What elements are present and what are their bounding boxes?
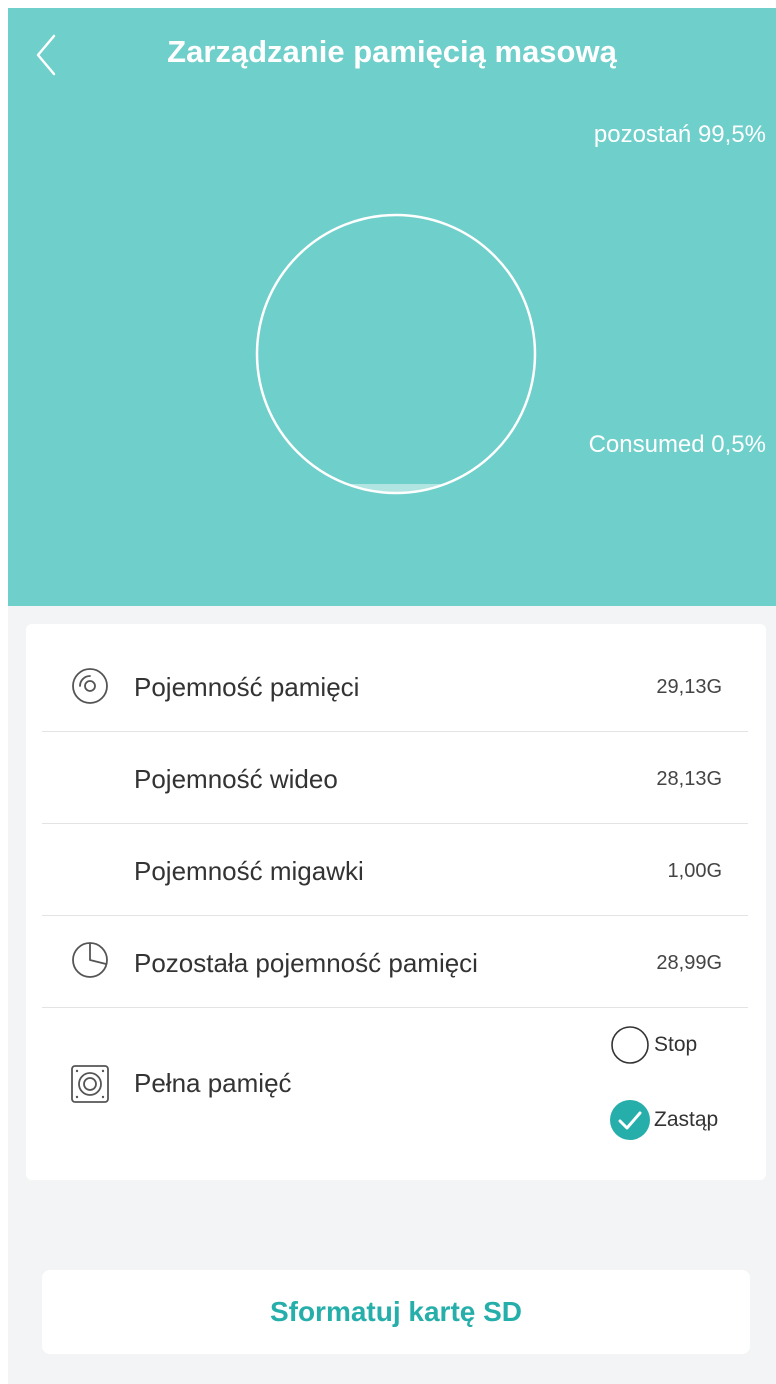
format-sd-card-button[interactable]: Sformatuj kartę SD bbox=[42, 1270, 750, 1354]
consumed-percent-label: Consumed 0,5% bbox=[588, 431, 766, 458]
speaker-icon bbox=[71, 1065, 109, 1103]
storage-management-screen: Zarządzanie pamięcią masową pozostań 99,… bbox=[8, 8, 776, 1384]
video-capacity-value: 28,13G bbox=[656, 768, 722, 790]
video-capacity-row: Pojemność wideo 28,13G bbox=[42, 732, 748, 824]
snapshot-capacity-row: Pojemność migawki 1,00G bbox=[42, 824, 748, 916]
storage-info-card: Pojemność pamięci 29,13G Pojemność wideo… bbox=[26, 624, 766, 1180]
disc-icon bbox=[72, 668, 108, 704]
snapshot-capacity-value: 1,00G bbox=[667, 860, 722, 882]
snapshot-capacity-label: Pojemność migawki bbox=[134, 856, 364, 886]
gauge-ring bbox=[255, 213, 537, 495]
page-title: Zarządzanie pamięcią masową bbox=[167, 34, 617, 69]
header-panel: Zarządzanie pamięcią masową pozostań 99,… bbox=[8, 8, 776, 606]
remaining-percent-label: pozostań 99,5% bbox=[593, 121, 766, 148]
full-storage-row: Pełna pamięć Stop Zastąp bbox=[42, 1008, 748, 1168]
remaining-capacity-value: 28,99G bbox=[656, 952, 722, 974]
pie-chart-icon bbox=[72, 942, 108, 978]
storage-capacity-row: Pojemność pamięci 29,13G bbox=[42, 640, 748, 732]
full-storage-label: Pełna pamięć bbox=[134, 1068, 292, 1098]
radio-unchecked-icon bbox=[611, 1026, 649, 1064]
storage-capacity-label: Pojemność pamięci bbox=[134, 672, 360, 702]
storage-capacity-value: 29,13G bbox=[656, 676, 722, 698]
option-replace[interactable]: Zastąp bbox=[610, 1100, 738, 1142]
radio-checked-icon bbox=[610, 1100, 650, 1140]
storage-gauge bbox=[255, 213, 537, 495]
remaining-capacity-label: Pozostała pojemność pamięci bbox=[134, 948, 478, 978]
option-stop-label: Stop bbox=[654, 1033, 698, 1056]
option-stop[interactable]: Stop bbox=[610, 1025, 720, 1067]
option-replace-label: Zastąp bbox=[654, 1108, 719, 1131]
remaining-capacity-row: Pozostała pojemność pamięci 28,99G bbox=[42, 916, 748, 1008]
video-capacity-label: Pojemność wideo bbox=[134, 764, 338, 794]
